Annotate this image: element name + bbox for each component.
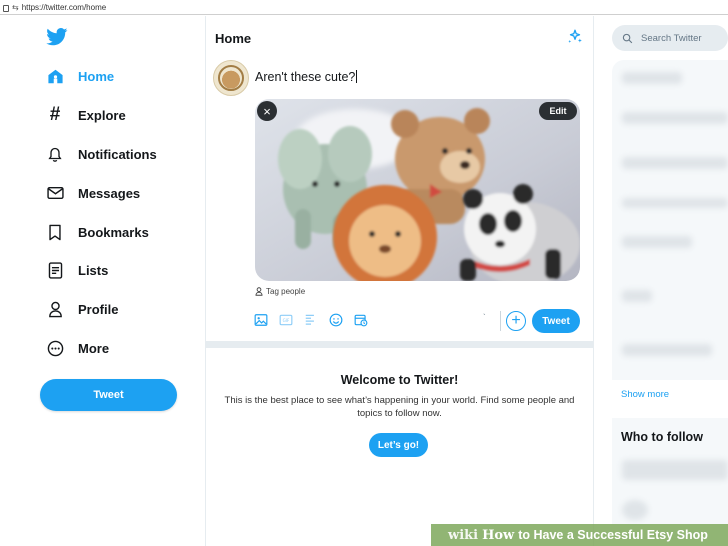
bell-icon (46, 145, 64, 163)
poll-icon[interactable] (303, 312, 319, 328)
twitter-logo-icon[interactable] (46, 28, 68, 46)
lock-icon (3, 4, 9, 12)
avatar[interactable] (213, 60, 249, 96)
tweet-button[interactable]: Tweet (40, 379, 177, 411)
media-icon[interactable] (253, 312, 269, 328)
search-input[interactable]: Search Twitter (612, 25, 728, 51)
sparkle-icon[interactable] (566, 28, 584, 46)
schedule-icon[interactable] (353, 312, 369, 328)
follow-blurred-1 (622, 460, 728, 480)
plus-icon: + (511, 312, 521, 329)
list-icon (46, 261, 64, 279)
welcome-text: This is the best place to see what’s hap… (224, 395, 575, 419)
show-more-link[interactable]: Show more (621, 389, 669, 400)
emoji-icon[interactable] (328, 312, 344, 328)
trends-panel (612, 60, 728, 380)
compose-input[interactable]: Aren't these cute? (255, 70, 358, 84)
trend-blurred-3 (622, 198, 728, 208)
how-wordmark: How (482, 527, 515, 543)
column-divider-right (593, 16, 594, 546)
compose-text: Aren't these cute? (255, 70, 356, 84)
nav-item-profile[interactable]: Profile (46, 298, 118, 320)
remove-media-button[interactable]: × (257, 101, 277, 121)
wikihow-watermark: wiki How to Have a Successful Etsy Shop (431, 524, 728, 546)
home-icon (46, 67, 64, 85)
nav-label-notifications: Notifications (78, 146, 157, 162)
search-placeholder: Search Twitter (641, 32, 702, 44)
url-text[interactable]: https://twitter.com/home (22, 3, 106, 12)
bookmark-icon (46, 223, 64, 241)
wiki-wordmark: wiki (448, 527, 479, 543)
page-title: Home (215, 31, 252, 46)
tag-people-link[interactable]: Tag people (255, 287, 305, 296)
text-caret (356, 70, 358, 83)
lets-go-button[interactable]: Let’s go! (369, 433, 428, 457)
nav-label-messages: Messages (78, 185, 141, 201)
more-icon (46, 339, 64, 357)
nav-label-lists: Lists (78, 262, 109, 278)
nav-label-profile: Profile (78, 301, 119, 317)
nav-label-home: Home (78, 68, 115, 84)
nav-label-bookmarks: Bookmarks (78, 224, 149, 240)
trends-blurred-title (622, 72, 682, 84)
nav-item-lists[interactable]: Lists (46, 259, 108, 281)
character-counter: ` (483, 313, 486, 322)
toolbar-divider (500, 311, 501, 331)
nav-label-more: More (78, 340, 110, 356)
nav-item-bookmarks[interactable]: Bookmarks (46, 221, 149, 243)
section-divider (206, 341, 593, 348)
page: { "browser": {"url": "https://twitter.co… (0, 0, 728, 546)
close-icon: × (263, 103, 271, 119)
watermark-title: to Have a Successful Etsy Shop (518, 528, 708, 542)
nav-item-home[interactable]: Home (46, 65, 114, 87)
hashtag-icon: # (49, 104, 61, 125)
nav-item-more[interactable]: More (46, 337, 109, 359)
attached-photo (255, 99, 580, 281)
compose-tweet-button[interactable]: Tweet (532, 309, 580, 333)
column-divider-left (205, 16, 206, 546)
follow-blurred-avatar (622, 500, 648, 520)
avatar-ring (218, 65, 244, 91)
person-icon (255, 287, 263, 296)
envelope-icon (46, 184, 64, 202)
trend-blurred-2 (622, 157, 728, 169)
trend-blurred-4 (622, 236, 692, 248)
who-to-follow-title: Who to follow (621, 430, 703, 444)
nav-label-explore: Explore (78, 107, 126, 123)
site-settings-icon[interactable]: ⇆ (12, 3, 19, 12)
address-bar[interactable]: ⇆ https://twitter.com/home (0, 0, 728, 15)
search-icon (622, 33, 633, 43)
trend-blurred-1 (622, 112, 728, 124)
edit-media-button[interactable]: Edit (539, 102, 577, 120)
nav-item-notifications[interactable]: Notifications (46, 143, 157, 165)
trend-blurred-6 (622, 344, 712, 356)
person-icon (46, 300, 64, 318)
tag-people-label: Tag people (266, 287, 306, 296)
nav-item-explore[interactable]: # Explore (46, 104, 126, 126)
welcome-title: Welcome to Twitter! (340, 373, 459, 387)
nav-item-messages[interactable]: Messages (46, 182, 140, 204)
svg-text:GIF: GIF (283, 318, 290, 323)
gif-icon[interactable]: GIF (278, 312, 294, 328)
add-tweet-button[interactable]: + (506, 311, 526, 331)
trend-blurred-5 (622, 290, 652, 302)
